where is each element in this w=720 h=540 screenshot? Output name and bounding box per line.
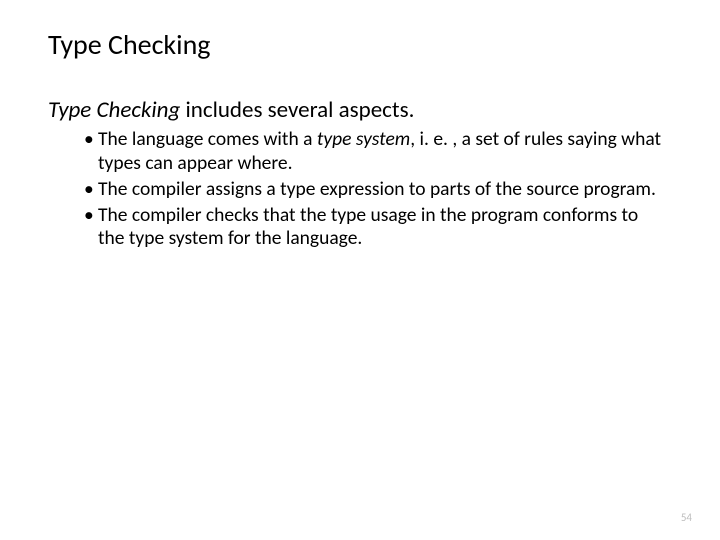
bullet-pre: The compiler checks that the type usage … xyxy=(98,203,638,251)
bullet-em: type system xyxy=(317,127,410,151)
list-item: The compiler checks that the type usage … xyxy=(84,204,664,252)
lead-italic: Type Checking xyxy=(48,96,180,124)
bullet-pre: The compiler assigns a type expression t… xyxy=(98,177,656,201)
slide: Type Checking Type Checking includes sev… xyxy=(0,0,720,540)
list-item: The compiler assigns a type expression t… xyxy=(84,178,664,202)
bullet-pre: The language comes with a xyxy=(98,127,317,151)
bullet-list: The language comes with a type system, i… xyxy=(48,128,672,251)
list-item: The language comes with a type system, i… xyxy=(84,128,664,176)
slide-title: Type Checking xyxy=(48,28,672,62)
lead-line: Type Checking includes several aspects. xyxy=(48,96,672,125)
lead-rest: includes several aspects. xyxy=(180,96,414,124)
page-number: 54 xyxy=(681,511,692,524)
